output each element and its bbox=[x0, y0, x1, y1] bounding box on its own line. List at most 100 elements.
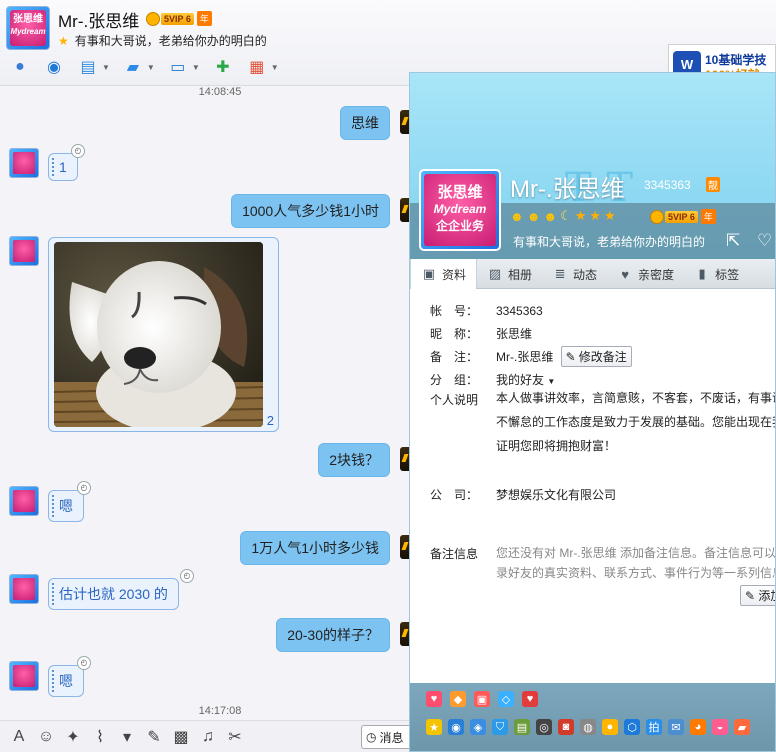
chat-toolbar: ● ◉ ▤ ▼ ▰ ▼ ▭ ▼ ✚ ▦ ▼ bbox=[6, 54, 282, 80]
chevron-down-icon[interactable]: ▼ bbox=[102, 63, 110, 72]
send-image-icon[interactable]: ▩ bbox=[172, 727, 190, 747]
profile-signature: 有事和大哥说，老弟给你办的明白的 bbox=[513, 235, 706, 249]
gift-icon[interactable]: ▣ bbox=[474, 691, 490, 707]
chat-history[interactable]: 14:08:45 思维 1 ◴ 1000人气多少钱1小时 2 2块钱？ 嗯 ◴ … bbox=[0, 86, 410, 720]
screen-share-button[interactable]: ▤ ▼ bbox=[74, 54, 113, 80]
heart-add-icon[interactable]: ♡ bbox=[757, 231, 772, 251]
star-icon[interactable]: ★ bbox=[426, 719, 442, 735]
bubble-icon[interactable]: ◕ bbox=[690, 719, 706, 735]
sign-icon[interactable]: 拍 bbox=[646, 719, 662, 735]
voice-message-icon[interactable]: ▾ bbox=[118, 727, 136, 747]
game-icon[interactable]: ◙ bbox=[558, 719, 574, 735]
message-bubble[interactable]: 思维 bbox=[340, 106, 390, 140]
bio-line: 证明您即将拥抱财富！ bbox=[496, 439, 617, 453]
qq-level-icons[interactable]: ☻ ☻ ☻ ☾ ★ ★ ★ bbox=[510, 208, 616, 224]
edit-remark-label: 修改备注 bbox=[578, 350, 627, 364]
bio-line: 本人做事讲效率，言简意赅，不客套，不废话，有事说 bbox=[496, 391, 776, 405]
voice-call-button[interactable]: ● bbox=[6, 54, 34, 80]
camera-icon[interactable]: ◉ bbox=[448, 719, 464, 735]
input-toolbar: A ☺ ✦ ⌇ ▾ ✎ ▩ ♫ ✂ ◷ 消息 bbox=[0, 720, 421, 752]
remark-value: Mr-.张思维 bbox=[496, 349, 554, 364]
tab-tags[interactable]: ▮ 标签 bbox=[684, 259, 749, 289]
message-bubble[interactable]: 嗯 bbox=[48, 490, 84, 522]
puppy-photo[interactable] bbox=[54, 242, 263, 427]
magic-wand-icon[interactable]: ✦ bbox=[64, 727, 82, 747]
pet-icon[interactable]: ◆ bbox=[450, 691, 466, 707]
remote-desktop-button[interactable]: ▭ ▼ bbox=[164, 54, 203, 80]
image-message[interactable]: 2 bbox=[48, 237, 279, 432]
tab-feed[interactable]: ≣ 动态 bbox=[542, 259, 607, 289]
outgoing-message: 思维 bbox=[340, 106, 390, 140]
profile-tabs: ▣ 资料 ▨ 相册 ≣ 动态 ♥ 亲密度 ▮ 标签 bbox=[410, 259, 775, 289]
beauty-number-badge[interactable]: 靓 bbox=[706, 177, 720, 192]
bulb-icon[interactable]: ● bbox=[602, 719, 618, 735]
edit-image-icon[interactable]: ✎ bbox=[145, 727, 163, 747]
chevron-down-icon[interactable]: ▼ bbox=[271, 63, 279, 72]
security-icon[interactable]: ⬡ bbox=[624, 719, 640, 735]
diamond-icon[interactable]: ◇ bbox=[498, 691, 514, 707]
apps-button[interactable]: ▦ ▼ bbox=[243, 54, 282, 80]
cube-icon[interactable]: ◈ bbox=[470, 719, 486, 735]
company-row: 公 司： 梦想娱乐文化有限公司 bbox=[430, 486, 616, 503]
star-icon: ★ bbox=[604, 208, 616, 223]
star-icon: ★ bbox=[589, 208, 602, 223]
app-icon-bar: ♥ ◆ ▣ ◇ ♥ ★ ◉ ◈ ⛉ ▤ ◎ ◙ ◍ ● ⬡ 拍 ✉ ◕ ◒ ▰ bbox=[410, 683, 775, 751]
message-bubble[interactable]: 估计也就 2030 的 bbox=[48, 578, 179, 610]
tab-profile[interactable]: ▣ 资料 bbox=[410, 259, 478, 289]
mail-icon[interactable]: ✉ bbox=[668, 719, 684, 735]
edit-icon: ✎ bbox=[565, 349, 576, 364]
message-bubble[interactable]: 20-30的样子？ bbox=[276, 618, 390, 652]
cow-icon[interactable]: ◍ bbox=[580, 719, 596, 735]
send-file-button[interactable]: ▰ ▼ bbox=[119, 54, 158, 80]
video-call-button[interactable]: ◉ bbox=[40, 54, 68, 80]
message-bubble[interactable]: 1 bbox=[48, 153, 78, 181]
contact-name[interactable]: Mr-.张思维 bbox=[58, 7, 139, 32]
contact-avatar[interactable]: 张思维 Mydream bbox=[6, 6, 50, 50]
clock-icon: ◷ bbox=[366, 730, 377, 744]
remark-row: 备 注： Mr-.张思维 ✎ 修改备注 bbox=[430, 346, 632, 367]
shake-icon[interactable]: ⌇ bbox=[91, 727, 109, 747]
profile-avatar[interactable]: 张思维 Mydream 企企业务 bbox=[419, 169, 501, 251]
contact-avatar-small[interactable] bbox=[9, 236, 39, 266]
message-bubble[interactable]: 1万人气1小时多少钱 bbox=[240, 531, 390, 565]
font-icon[interactable]: A bbox=[10, 728, 28, 746]
contact-avatar-small[interactable] bbox=[9, 486, 39, 516]
tab-intimacy[interactable]: ♥ 亲密度 bbox=[607, 259, 684, 289]
vip-badge[interactable]: 5VIP 6 年 bbox=[146, 11, 212, 26]
music-icon[interactable]: ♫ bbox=[199, 728, 217, 746]
vip-level-label: 5VIP 6 bbox=[161, 12, 194, 25]
tab-label: 资料 bbox=[442, 267, 467, 282]
message-bubble[interactable]: 嗯 bbox=[48, 665, 84, 697]
field-label: 备 注： bbox=[430, 349, 479, 364]
tab-album[interactable]: ▨ 相册 bbox=[477, 259, 542, 289]
share-icon[interactable]: ⇱ bbox=[726, 231, 740, 251]
contact-avatar-small[interactable] bbox=[9, 661, 39, 691]
eye-icon[interactable]: ◎ bbox=[536, 719, 552, 735]
add-remark-button[interactable]: ✎ 添加 bbox=[740, 585, 775, 606]
love-icon[interactable]: ♥ bbox=[426, 691, 442, 707]
contact-avatar-small[interactable] bbox=[9, 574, 39, 604]
shield-icon[interactable]: ⛉ bbox=[492, 719, 508, 735]
profile-info: 帐 号： 3345363 昵 称： 张思维 备 注： Mr-.张思维 ✎ 修改备注 分… bbox=[410, 289, 776, 683]
penguin-icon[interactable]: ◒ bbox=[712, 719, 728, 735]
farm-icon[interactable]: ▤ bbox=[514, 719, 530, 735]
edit-remark-button[interactable]: ✎ 修改备注 bbox=[560, 346, 632, 367]
heart-gem-icon[interactable]: ♥ bbox=[522, 691, 538, 707]
message-bubble[interactable]: 2块钱？ bbox=[318, 443, 390, 477]
image-index: 2 bbox=[266, 413, 274, 428]
emoji-icon[interactable]: ☺ bbox=[37, 728, 55, 746]
vip-crown-icon bbox=[650, 209, 664, 224]
account-row: 帐 号： 3345363 bbox=[430, 302, 543, 319]
create-group-button[interactable]: ✚ bbox=[209, 54, 237, 80]
ticket-icon[interactable]: ▰ bbox=[734, 719, 750, 735]
chevron-down-icon[interactable]: ▼ bbox=[192, 63, 200, 72]
tab-label: 动态 bbox=[573, 267, 598, 282]
vip-badge[interactable]: 5VIP 6 年 bbox=[650, 209, 716, 224]
message-bubble[interactable]: 1000人气多少钱1小时 bbox=[231, 194, 390, 228]
field-label: 帐 号： bbox=[430, 304, 479, 318]
chevron-down-icon[interactable]: ▼ bbox=[147, 63, 155, 72]
screenshot-icon[interactable]: ✂ bbox=[226, 727, 244, 747]
contact-avatar-small[interactable] bbox=[9, 148, 39, 178]
intimacy-icon: ♥ bbox=[621, 266, 629, 282]
bio-line: 不懈怠的工作态度是致力于发展的基础。您能出现在我 bbox=[496, 415, 776, 429]
